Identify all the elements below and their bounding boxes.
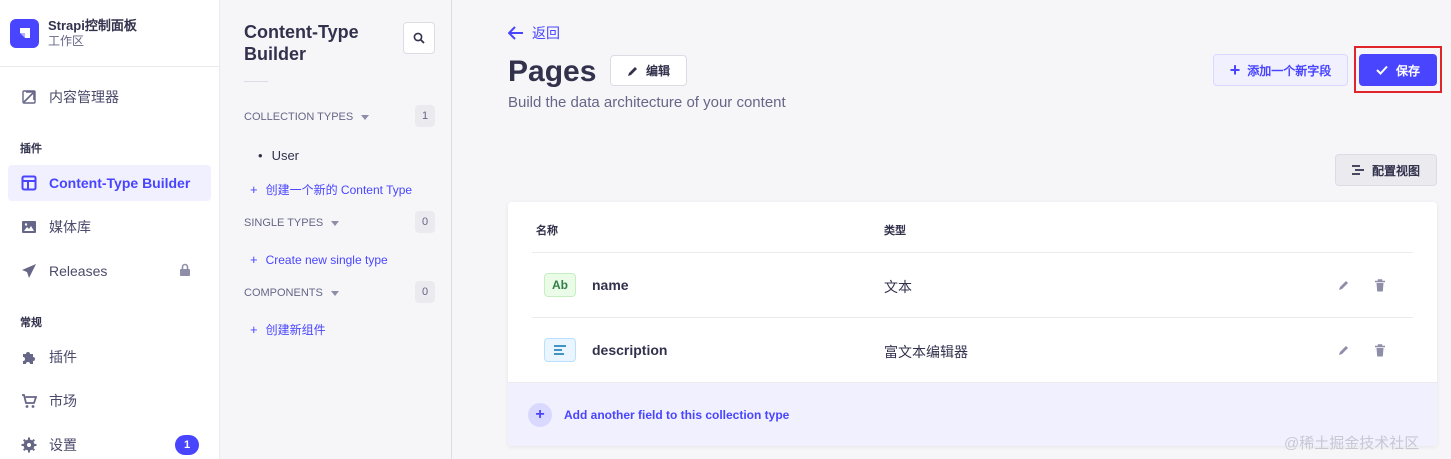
cart-icon — [20, 393, 37, 410]
back-link[interactable]: 返回 — [508, 23, 560, 43]
create-collection-type-link[interactable]: + 创建一个新的 Content Type — [250, 181, 412, 198]
subnav-divider — [244, 81, 268, 82]
pencil-icon — [627, 66, 637, 76]
edit-field-button[interactable] — [1336, 277, 1352, 293]
workspace-label: 工作区 — [48, 33, 85, 48]
pencil-icon — [1339, 281, 1348, 290]
components-count: 0 — [415, 281, 435, 303]
nav-section-plugins: 插件 — [20, 143, 42, 155]
nav-releases[interactable]: Releases — [8, 253, 211, 289]
delete-field-button[interactable] — [1372, 277, 1388, 293]
pencil-icon — [1339, 346, 1348, 355]
paper-plane-icon — [20, 263, 37, 280]
nav-label: 内容管理器 — [49, 89, 119, 105]
delete-field-button[interactable] — [1372, 342, 1388, 358]
column-header-name: 名称 — [536, 225, 558, 237]
field-name: description — [592, 342, 668, 358]
plus-icon: + — [250, 182, 258, 197]
nav-section-general: 常规 — [20, 317, 42, 329]
settings-badge: 1 — [175, 435, 199, 455]
check-icon — [1376, 65, 1388, 75]
caret-down-icon — [330, 290, 339, 296]
trash-icon — [1375, 343, 1385, 356]
puzzle-icon — [20, 349, 37, 366]
subnav-title: Content-Type Builder — [244, 22, 359, 64]
single-types-header[interactable]: SINGLE TYPES — [244, 217, 340, 229]
table-row: description 富文本编辑器 — [532, 317, 1413, 382]
page-subtitle: Build the data architecture of your cont… — [508, 94, 786, 111]
nav-label: Releases — [49, 263, 108, 279]
nav-label: 媒体库 — [49, 219, 91, 235]
strapi-logo-icon — [10, 18, 39, 48]
lock-icon — [179, 263, 191, 279]
components-header[interactable]: COMPONENTS — [244, 287, 339, 299]
add-another-field-label: Add another field to this collection typ… — [564, 407, 790, 422]
save-highlight-box: 保存 — [1354, 46, 1442, 93]
field-type: 富文本编辑器 — [884, 344, 968, 360]
table-row: Ab name 文本 — [532, 252, 1413, 317]
collection-type-user[interactable]: User — [258, 148, 299, 163]
add-new-field-button[interactable]: + 添加一个新字段 — [1213, 54, 1348, 86]
nav-label: 设置 — [49, 437, 77, 453]
search-button[interactable] — [403, 22, 435, 54]
text-type-icon: Ab — [544, 273, 576, 297]
watermark: @稀土掘金技术社区 — [1284, 435, 1420, 452]
nav-media-library[interactable]: 媒体库 — [8, 209, 211, 245]
image-icon — [20, 219, 37, 236]
search-icon — [413, 32, 425, 44]
ctb-subnav: Content-Type Builder COLLECTION TYPES 1 … — [220, 0, 452, 459]
edit-field-button[interactable] — [1336, 342, 1352, 358]
plus-icon: + — [250, 252, 258, 267]
field-type: 文本 — [884, 279, 912, 295]
list-icon — [1351, 165, 1364, 175]
create-single-type-link[interactable]: + Create new single type — [250, 252, 388, 267]
create-component-link[interactable]: + 创建新组件 — [250, 321, 326, 338]
feather-icon — [20, 89, 37, 106]
nav-content-manager[interactable]: 内容管理器 — [8, 79, 211, 115]
fields-table: 名称 类型 Ab name 文本 description 富文本编辑器 + Ad… — [508, 202, 1437, 446]
nav-content-type-builder[interactable]: Content-Type Builder — [8, 165, 211, 201]
brand: Strapi控制面板 工作区 — [0, 0, 219, 67]
plus-circle-icon: + — [528, 402, 552, 427]
main-nav: Strapi控制面板 工作区 内容管理器 插件 Content-Type Bui… — [0, 0, 220, 459]
rich-text-icon — [544, 338, 576, 362]
nav-label: 市场 — [49, 393, 77, 409]
nav-plugins[interactable]: 插件 — [8, 339, 211, 375]
configure-view-button[interactable]: 配置视图 — [1335, 154, 1437, 186]
page-title: Pages — [508, 55, 597, 88]
nav-label: Content-Type Builder — [49, 175, 191, 191]
collection-types-count: 1 — [415, 105, 435, 127]
app-name: Strapi控制面板 — [48, 17, 137, 33]
save-button[interactable]: 保存 — [1359, 54, 1437, 86]
plus-icon: + — [250, 322, 258, 337]
arrow-left-icon — [508, 26, 523, 40]
plus-icon: + — [1229, 59, 1241, 80]
nav-label: 插件 — [49, 349, 77, 365]
caret-down-icon — [331, 220, 340, 226]
collection-types-header[interactable]: COLLECTION TYPES — [244, 111, 370, 123]
gear-icon — [20, 437, 37, 454]
nav-settings[interactable]: 设置 1 — [8, 427, 211, 459]
edit-button[interactable]: 编辑 — [610, 55, 687, 86]
column-header-type: 类型 — [884, 225, 906, 237]
field-name: name — [592, 277, 629, 293]
caret-down-icon — [361, 114, 370, 120]
single-types-count: 0 — [415, 211, 435, 233]
trash-icon — [1375, 278, 1385, 291]
layout-icon — [20, 175, 37, 192]
nav-marketplace[interactable]: 市场 — [8, 383, 211, 419]
